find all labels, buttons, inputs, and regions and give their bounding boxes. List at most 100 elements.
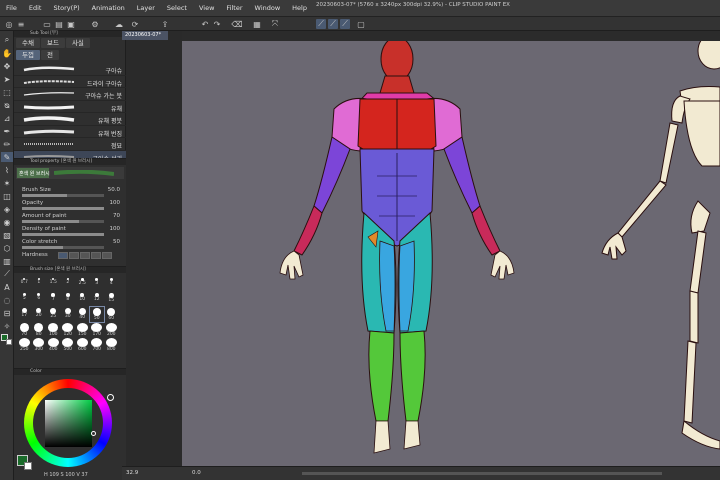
- hardness-level[interactable]: [58, 252, 68, 259]
- clear-icon[interactable]: ⌫: [231, 19, 242, 29]
- prop-color-stretch[interactable]: Color stretch 50: [22, 239, 124, 251]
- snap-grid-icon[interactable]: ⟋: [340, 19, 350, 29]
- hand-icon[interactable]: ✋: [1, 48, 13, 58]
- menu-select[interactable]: Select: [161, 4, 193, 12]
- brush-size-preset[interactable]: 70: [17, 322, 32, 337]
- hardness-level[interactable]: [91, 252, 101, 259]
- cloud-icon[interactable]: ☁: [114, 19, 124, 29]
- line-fix-icon[interactable]: ⊟: [1, 308, 13, 318]
- prop-slider[interactable]: [22, 233, 104, 236]
- operation-icon[interactable]: ➤: [1, 74, 13, 84]
- prop-slider[interactable]: [22, 220, 104, 223]
- fill-icon[interactable]: ◉: [1, 217, 13, 227]
- brush-size-preset[interactable]: 700: [90, 337, 105, 352]
- zoom-icon[interactable]: ⌕: [1, 35, 13, 45]
- menu-window[interactable]: Window: [249, 4, 287, 12]
- brush-size-preset[interactable]: 25: [46, 307, 61, 322]
- brush-size-preset[interactable]: 5: [17, 292, 32, 307]
- prop-slider[interactable]: [22, 194, 104, 197]
- hardness-level[interactable]: [69, 252, 79, 259]
- redo-icon[interactable]: ↷: [212, 19, 222, 29]
- ruler-icon[interactable]: ⟋: [1, 269, 13, 279]
- brush-size-preset[interactable]: 1.5: [46, 277, 61, 292]
- decoration-icon[interactable]: ✶: [1, 178, 13, 188]
- snap-ruler-icon[interactable]: ⟋: [316, 19, 326, 29]
- blend-icon[interactable]: ◈: [1, 204, 13, 214]
- frame-icon[interactable]: ▥: [1, 256, 13, 266]
- menu-filter[interactable]: Filter: [220, 4, 248, 12]
- prop-opacity[interactable]: Opacity 100: [22, 200, 124, 212]
- menu-file[interactable]: File: [0, 4, 23, 12]
- rotation-readout[interactable]: 0.0: [192, 470, 201, 476]
- sub-color-chip[interactable]: [24, 462, 32, 470]
- brush-size-preset[interactable]: 60: [104, 307, 119, 322]
- brush-size-preset[interactable]: 12: [90, 292, 105, 307]
- hardness-level[interactable]: [80, 252, 90, 259]
- share-icon[interactable]: ⇪: [160, 19, 170, 29]
- brush-icon[interactable]: ✎: [1, 152, 13, 162]
- prop-slider[interactable]: [22, 246, 104, 249]
- snap-special-ruler-icon[interactable]: ⟋: [328, 19, 338, 29]
- brush-size-preset[interactable]: 6: [32, 292, 47, 307]
- brush-size-preset[interactable]: 10: [75, 292, 90, 307]
- open-icon[interactable]: ▤: [54, 19, 64, 29]
- horizontal-scrollbar[interactable]: [302, 472, 662, 475]
- tab-watercolor[interactable]: 수채: [16, 38, 40, 48]
- brush-size-preset[interactable]: 80: [32, 322, 47, 337]
- menu-layer[interactable]: Layer: [131, 4, 161, 12]
- clip-studio-icon[interactable]: ◎: [4, 19, 14, 29]
- tab-thick-paint[interactable]: 두껍: [16, 50, 40, 60]
- new-file-icon[interactable]: ▭: [42, 19, 52, 29]
- correction-icon[interactable]: ✧: [1, 321, 13, 331]
- prop-brush-size[interactable]: Brush Size 50.0: [22, 187, 124, 199]
- menu-view[interactable]: View: [193, 4, 220, 12]
- balloon-icon[interactable]: ◌: [1, 295, 13, 305]
- transform-icon[interactable]: ⤧: [270, 19, 280, 29]
- undo-icon[interactable]: ↶: [200, 19, 210, 29]
- menu-help[interactable]: Help: [286, 4, 313, 12]
- brush-size-preset[interactable]: 1: [32, 277, 47, 292]
- brush-size-preset[interactable]: 40: [75, 307, 90, 322]
- brush-size-preset[interactable]: 300: [32, 337, 47, 352]
- selection-icon[interactable]: ⬚: [1, 87, 13, 97]
- hardness-selector[interactable]: [58, 252, 112, 259]
- brush-size-preset[interactable]: 50: [88, 306, 105, 323]
- brush-size-preset[interactable]: 400: [46, 337, 61, 352]
- brush-item[interactable]: 유채 번짐: [14, 126, 126, 138]
- brush-size-preset[interactable]: 17: [17, 307, 32, 322]
- brush-size-preset[interactable]: 100: [46, 322, 61, 337]
- airbrush-icon[interactable]: ⌇: [1, 165, 13, 175]
- menu-icon[interactable]: ≡: [16, 19, 26, 29]
- brush-size-preset[interactable]: 7: [46, 292, 61, 307]
- brush-size-preset[interactable]: 30: [61, 307, 76, 322]
- brush-size-preset[interactable]: 200: [104, 322, 119, 337]
- brush-item[interactable]: 유채 평붓: [14, 113, 126, 126]
- move-icon[interactable]: ✥: [1, 61, 13, 71]
- settings-icon[interactable]: ⚙: [90, 19, 100, 29]
- save-icon[interactable]: ▣: [66, 19, 76, 29]
- tab-board[interactable]: 보드: [40, 38, 65, 48]
- prop-slider[interactable]: [22, 207, 104, 210]
- eraser-icon[interactable]: ◫: [1, 191, 13, 201]
- brush-size-preset[interactable]: 500: [61, 337, 76, 352]
- menu-animation[interactable]: Animation: [86, 4, 131, 12]
- brush-size-preset[interactable]: 800: [104, 337, 119, 352]
- preset-active[interactable]: 혼색 원 브러시: [17, 168, 50, 178]
- brush-size-preset[interactable]: 15: [104, 292, 119, 307]
- lasso-icon[interactable]: ᴓ: [1, 100, 13, 110]
- brush-size-preset[interactable]: 2.5: [75, 277, 90, 292]
- sync-icon[interactable]: ⟳: [130, 19, 140, 29]
- prop-density-of-paint[interactable]: Density of paint 100: [22, 226, 124, 238]
- brush-size-preset[interactable]: 8: [61, 292, 76, 307]
- menu-edit[interactable]: Edit: [23, 4, 48, 12]
- sub-color-swatch[interactable]: [6, 339, 12, 345]
- brush-item[interactable]: 구아슈: [14, 63, 126, 76]
- prop-hardness[interactable]: Hardness: [22, 252, 124, 264]
- brush-item[interactable]: 드라이 구아슈: [14, 76, 126, 88]
- brush-item[interactable]: 유채: [14, 101, 126, 113]
- pen-icon[interactable]: ✒: [1, 126, 13, 136]
- text-icon[interactable]: A: [1, 282, 13, 292]
- pencil-icon[interactable]: ✏: [1, 139, 13, 149]
- brush-item[interactable]: 구아슈 가는 붓: [14, 88, 126, 101]
- display-mode-icon[interactable]: ▢: [356, 19, 366, 29]
